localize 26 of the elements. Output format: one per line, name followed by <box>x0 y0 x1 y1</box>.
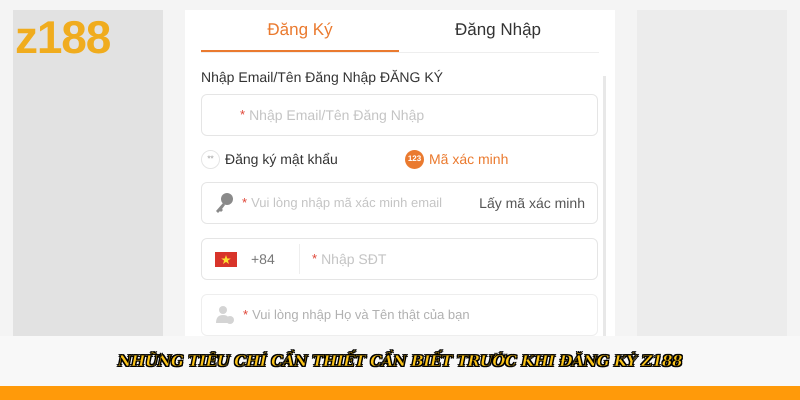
radio-button[interactable]: 123 <box>405 150 424 168</box>
placeholder: Nhập SĐT <box>321 250 386 269</box>
required-mark: * <box>243 306 248 324</box>
placeholder: Vui lòng nhập Họ và Tên thật của bạn <box>252 306 470 324</box>
phone-field[interactable]: +84 * Nhập SĐT <box>201 238 598 280</box>
email-field[interactable]: * Nhập Email/Tên Đăng Nhập <box>201 94 598 136</box>
logo: z188 <box>15 14 110 60</box>
key-icon <box>214 192 234 214</box>
code-field[interactable]: * Vui lòng nhập mã xác minh email Lấy mã xác minh <box>201 182 598 224</box>
required-mark: * <box>242 194 248 212</box>
field-label: Nhập Email/Tên Đăng Nhập ĐĂNG KÝ <box>201 68 444 87</box>
required-mark: * <box>312 250 318 268</box>
required-mark: * <box>240 106 246 124</box>
name-field[interactable]: * Vui lòng nhập Họ và Tên thật của bạn <box>201 294 598 336</box>
method-label: Mã xác minh <box>429 150 508 168</box>
country-code: +84 <box>251 250 276 268</box>
placeholder: Vui lòng nhập mã xác minh email <box>251 194 444 212</box>
user-check-icon <box>215 305 235 325</box>
radio-button[interactable]: ** <box>201 150 220 168</box>
tab[interactable]: Đăng Ký <box>201 10 399 52</box>
vietnam-flag-icon <box>215 252 237 266</box>
tab[interactable]: Đăng Nhập <box>399 10 597 52</box>
caption: NHỮNG TIÊU CHÍ CẦN THIẾT CẦN BIẾT TRƯỚC KHI ĐĂNG KÝ Z188 <box>118 350 682 372</box>
get-code-button[interactable]: Lấy mã xác minh <box>479 192 585 214</box>
method-label: Đăng ký mật khẩu <box>225 150 338 169</box>
placeholder: Nhập Email/Tên Đăng Nhập <box>249 106 424 125</box>
